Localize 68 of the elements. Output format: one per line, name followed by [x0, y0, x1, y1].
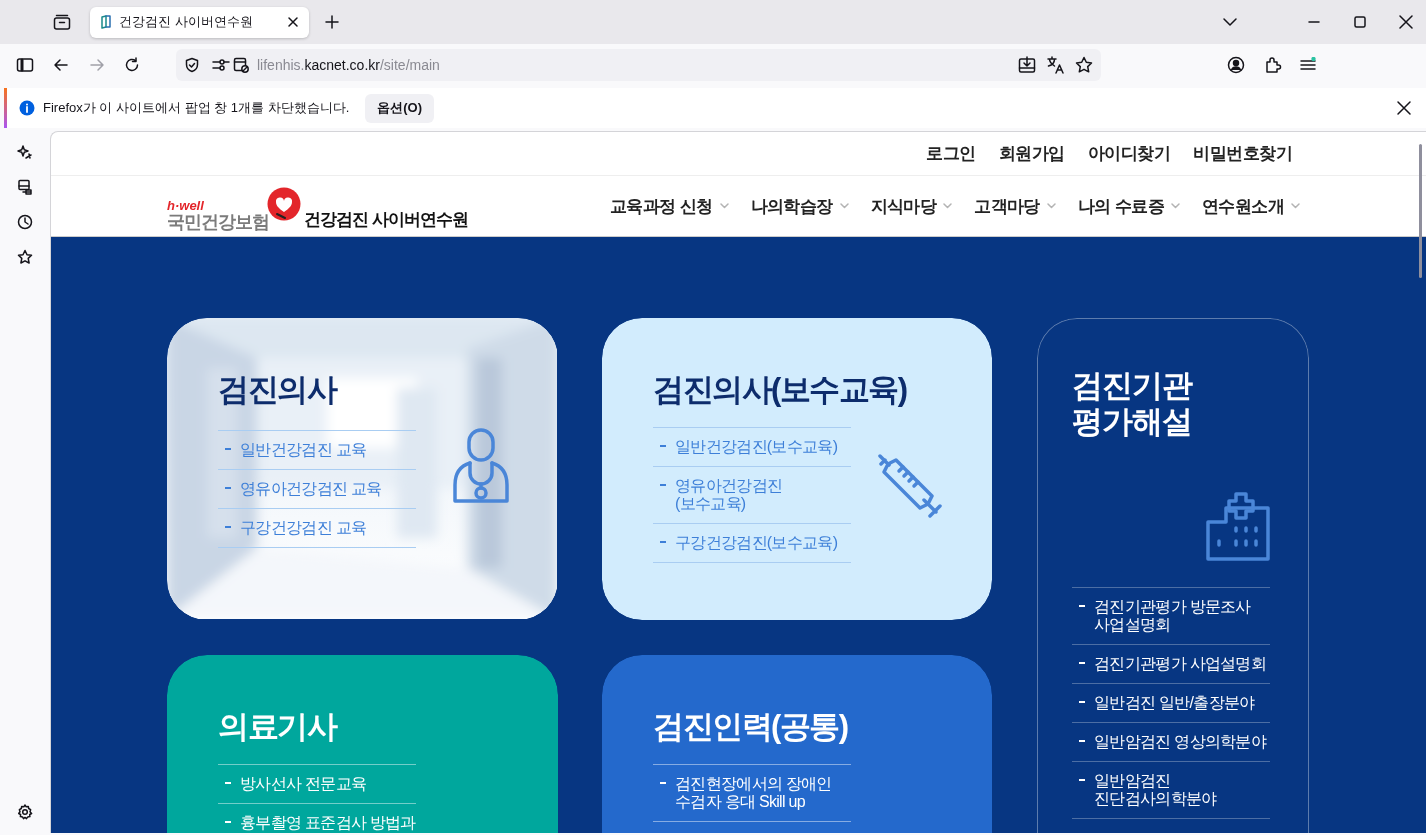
nav-menu-item[interactable]: 나의 수료증 — [1077, 194, 1180, 218]
doctor-icon — [452, 427, 510, 505]
site-logo[interactable]: h·well 국민건강보험 건강검진 사이버연수원 — [167, 187, 468, 236]
chevron-down-icon — [943, 203, 953, 209]
course-link[interactable]: 영유아건강검진 교육 — [218, 470, 416, 509]
card-title: 검진의사(보수교육) — [653, 372, 908, 408]
scrollbar-thumb[interactable] — [1419, 144, 1422, 278]
page-icon — [100, 15, 112, 29]
chevron-down-icon — [719, 203, 729, 209]
syringe-icon — [878, 454, 944, 520]
close-icon[interactable] — [285, 14, 301, 30]
sidebar-icon[interactable] — [16, 57, 34, 73]
course-link[interactable]: 일반암검진 진단검사의학분야 — [1072, 762, 1270, 819]
course-link[interactable]: 검진현장에서의 장애인 수검자 응대 Skill up — [653, 765, 851, 822]
new-tab-icon[interactable] — [324, 14, 340, 30]
page-blocked-icon[interactable] — [233, 57, 249, 73]
logo-org-name: 국민건강보험 — [167, 213, 269, 231]
download-icon[interactable] — [1018, 56, 1036, 74]
reload-icon[interactable] — [124, 57, 140, 73]
permissions-icon[interactable] — [212, 58, 230, 72]
close-icon[interactable] — [1399, 15, 1413, 29]
tab-list-icon[interactable] — [53, 14, 71, 30]
history-sync-icon[interactable] — [17, 179, 33, 195]
sparkle-icon[interactable] — [17, 144, 33, 160]
notification-message: Firefox가 이 사이트에서 팝업 창 1개를 차단했습니다. — [43, 99, 350, 117]
card-title: 검진의사 — [218, 372, 338, 408]
course-link[interactable]: 검진기관평가 사업설명회 — [1072, 645, 1270, 684]
options-button[interactable]: 옵션(O) — [365, 93, 435, 123]
menu-icon[interactable] — [1300, 57, 1316, 73]
course-link[interactable]: 검진기관평가 방문조사 사업설명회 — [1072, 588, 1270, 645]
course-link[interactable]: 일반검진 일반/출장분야 — [1072, 684, 1270, 723]
chevron-down-icon — [1171, 203, 1180, 209]
translate-icon[interactable] — [1047, 56, 1065, 74]
star-icon[interactable] — [1075, 56, 1093, 74]
address-bar[interactable]: lifenhis.kacnet.co.kr/site/main — [176, 49, 1101, 81]
close-icon[interactable] — [1396, 100, 1412, 116]
nav-menu-item[interactable]: 나의학습장 — [750, 194, 849, 218]
url-text[interactable]: lifenhis.kacnet.co.kr/site/main — [257, 57, 440, 73]
logo-site-name: 건강검진 사이버연수원 — [304, 209, 468, 231]
history-icon[interactable] — [17, 214, 33, 230]
chevron-down-icon — [1046, 203, 1056, 209]
extensions-icon[interactable] — [1264, 56, 1282, 74]
card-title: 검진인력(공통) — [653, 709, 849, 745]
course-link[interactable]: 구강건강검진 교육 — [218, 509, 416, 548]
chevron-down-icon — [839, 203, 849, 209]
browser-tab[interactable]: 건강검진 사이버연수원 — [90, 6, 309, 38]
card-title: 의료기사 — [218, 709, 338, 745]
header-link[interactable]: 비밀번호찾기 — [1193, 142, 1292, 165]
header-link[interactable]: 아이디찾기 — [1087, 142, 1170, 165]
course-link[interactable]: 일반암검진 영상의학분야 — [1072, 723, 1270, 762]
settings-icon[interactable] — [17, 804, 33, 820]
logo-tagline: h·well — [167, 199, 205, 212]
course-link[interactable]: 일반건강검진 교육 — [218, 431, 416, 470]
chevron-down-icon — [1291, 203, 1300, 209]
header-link[interactable]: 로그인 — [926, 142, 976, 165]
shield-icon[interactable] — [184, 57, 200, 73]
info-icon — [19, 100, 35, 116]
account-icon[interactable] — [1227, 56, 1245, 74]
nav-menu-item[interactable]: 교육과정 신청 — [610, 194, 729, 218]
hospital-icon — [1206, 492, 1272, 562]
bookmark-star-icon[interactable] — [17, 249, 33, 265]
card-title: 검진기관 평가해설 — [1072, 368, 1194, 440]
nav-menu-item[interactable]: 지식마당 — [870, 194, 953, 218]
nav-menu-item[interactable]: 고객마당 — [974, 194, 1056, 218]
nav-menu-item[interactable]: 연수원소개 — [1202, 194, 1300, 218]
maximize-icon[interactable] — [1353, 15, 1367, 29]
back-icon[interactable] — [53, 57, 69, 73]
header-link[interactable]: 회원가입 — [998, 142, 1065, 165]
